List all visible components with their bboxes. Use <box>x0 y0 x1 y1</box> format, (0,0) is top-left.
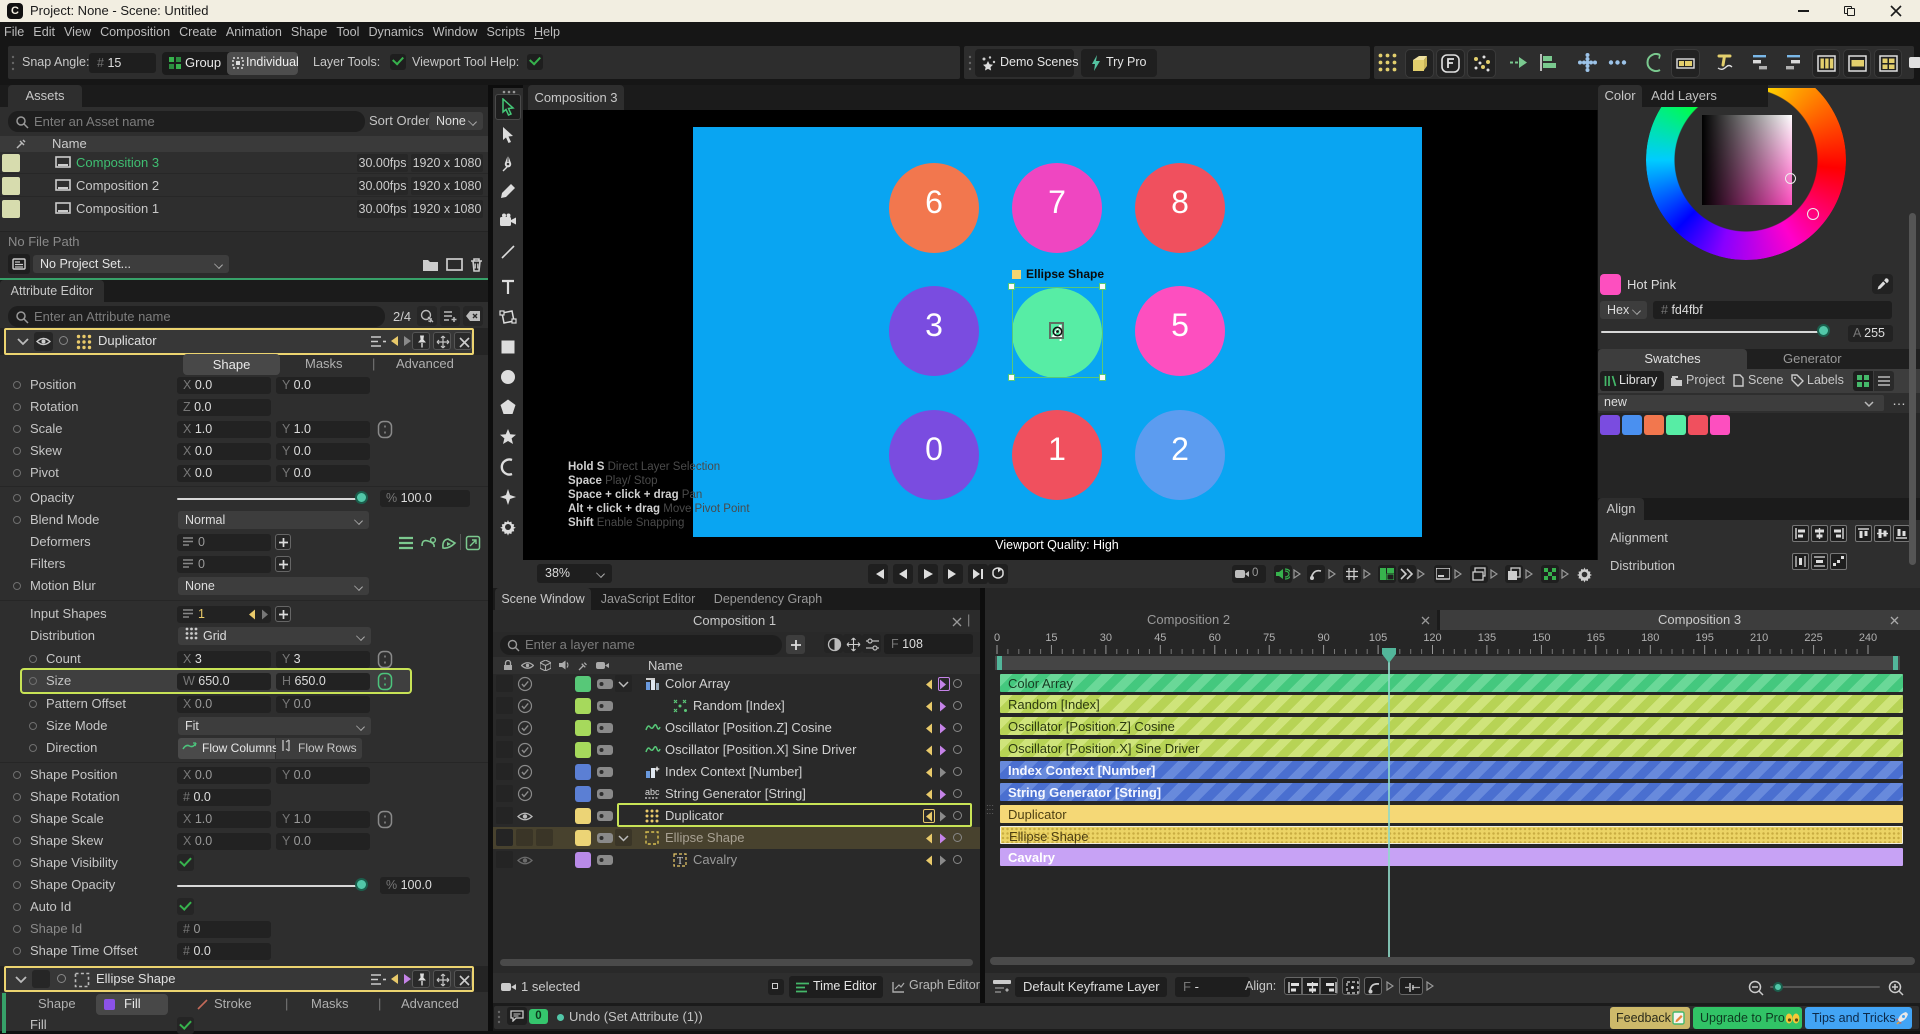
svg-text:abc: abc <box>645 787 660 797</box>
svg-text:T: T <box>677 856 683 867</box>
